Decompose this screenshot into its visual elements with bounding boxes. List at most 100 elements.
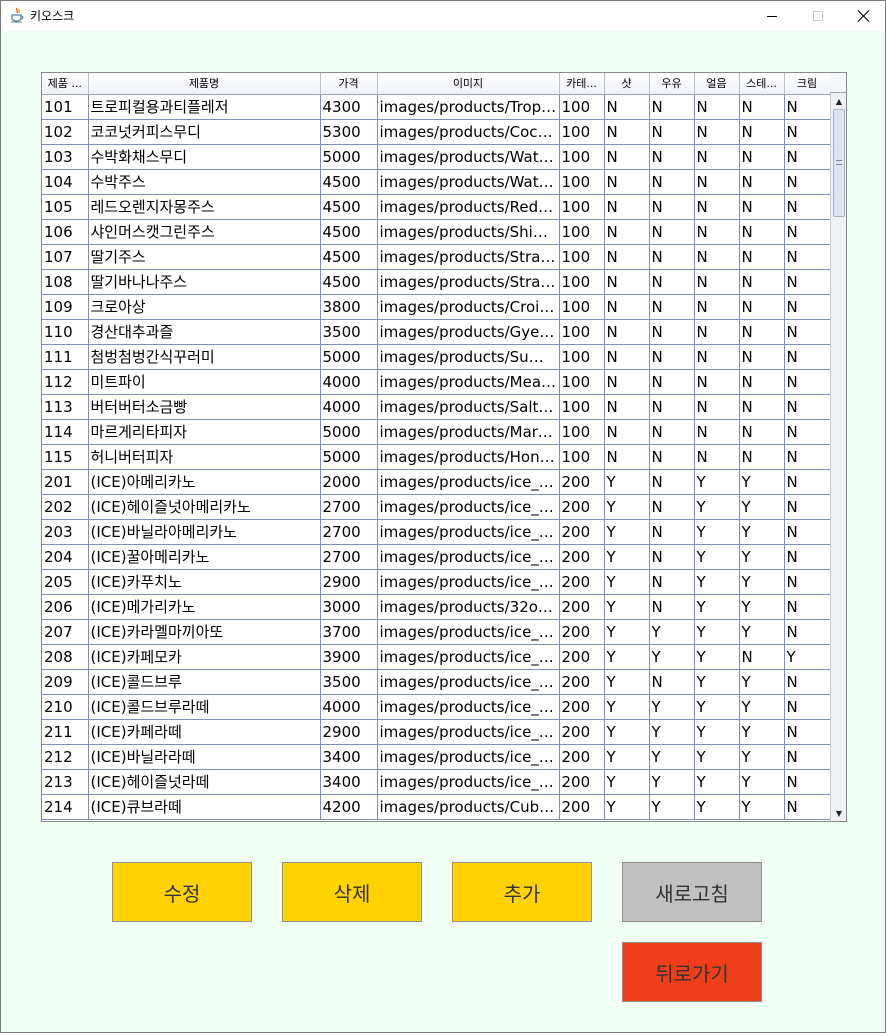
table-cell[interactable]: 첨벙첨벙간식꾸러미 bbox=[88, 344, 321, 370]
table-cell[interactable]: images/products/Shine ... bbox=[377, 219, 560, 245]
table-row[interactable]: 102 코코넛커피스무디 5300 images/products/Cocon... 1… bbox=[42, 119, 831, 145]
table-cell[interactable]: Y bbox=[604, 594, 650, 620]
table-cell[interactable]: N bbox=[739, 419, 785, 445]
table-cell[interactable]: Y bbox=[649, 619, 695, 645]
table-cell[interactable]: Y bbox=[694, 669, 740, 695]
table-cell[interactable]: N bbox=[604, 369, 650, 395]
table-cell[interactable]: images/products/Cocon... bbox=[377, 119, 560, 145]
table-cell[interactable]: N bbox=[784, 419, 831, 445]
table-cell[interactable]: Y bbox=[649, 694, 695, 720]
table-cell[interactable]: 104 bbox=[42, 169, 89, 195]
table-cell[interactable]: 버터버터소금빵 bbox=[88, 394, 321, 420]
table-cell[interactable]: 213 bbox=[42, 769, 89, 795]
table-cell[interactable]: images/products/Tropic... bbox=[377, 94, 560, 120]
table-cell[interactable]: N bbox=[739, 219, 785, 245]
table-cell[interactable]: 2000 bbox=[320, 469, 378, 495]
table-cell[interactable]: Y bbox=[694, 794, 740, 820]
table-cell[interactable]: N bbox=[694, 344, 740, 370]
table-cell[interactable]: 4200 bbox=[320, 794, 378, 820]
table-cell[interactable]: 2700 bbox=[320, 494, 378, 520]
table-cell[interactable]: N bbox=[649, 169, 695, 195]
table-cell[interactable]: 허니버터피자 bbox=[88, 444, 321, 470]
table-cell[interactable]: (ICE)헤이즐넛아메리카노 bbox=[88, 494, 321, 520]
table-cell[interactable]: 100 bbox=[559, 344, 605, 370]
table-cell[interactable]: 200 bbox=[559, 644, 605, 670]
table-cell[interactable]: N bbox=[649, 469, 695, 495]
table-cell[interactable]: (ICE)카페모카 bbox=[88, 644, 321, 670]
table-cell[interactable]: images/products/Straw... bbox=[377, 269, 560, 295]
table-cell[interactable]: N bbox=[604, 169, 650, 195]
table-cell[interactable]: images/products/ice_C... bbox=[377, 569, 560, 595]
table-cell[interactable]: Y bbox=[739, 494, 785, 520]
table-cell[interactable]: N bbox=[739, 319, 785, 345]
table-cell[interactable]: 200 bbox=[559, 769, 605, 795]
table-cell[interactable]: 3000 bbox=[320, 594, 378, 620]
minimize-button[interactable] bbox=[749, 1, 795, 31]
table-cell[interactable]: N bbox=[604, 419, 650, 445]
table-cell[interactable]: Y bbox=[739, 719, 785, 745]
table-cell[interactable]: images/products/Summ... bbox=[377, 344, 560, 370]
table-cell[interactable]: 2700 bbox=[320, 544, 378, 570]
table-cell[interactable]: N bbox=[784, 444, 831, 470]
table-cell[interactable]: 204 bbox=[42, 544, 89, 570]
table-cell[interactable]: (ICE)바닐라라떼 bbox=[88, 744, 321, 770]
table-cell[interactable]: 103 bbox=[42, 144, 89, 170]
table-cell[interactable]: Y bbox=[604, 794, 650, 820]
table-cell[interactable]: 레드오렌지자몽주스 bbox=[88, 194, 321, 220]
table-cell[interactable]: 4000 bbox=[320, 694, 378, 720]
table-row[interactable]: 204 (ICE)꿀아메리카노 2700 images/products/ice_H.… bbox=[42, 544, 831, 570]
table-cell[interactable]: N bbox=[604, 244, 650, 270]
column-header[interactable]: 크림 bbox=[784, 73, 831, 95]
table-cell[interactable]: N bbox=[784, 719, 831, 745]
table-body[interactable]: 101 트로피컬용과티플레저 4300 images/products/Tropic.… bbox=[42, 94, 831, 820]
table-cell[interactable]: Y bbox=[604, 694, 650, 720]
table-cell[interactable]: N bbox=[649, 269, 695, 295]
table-cell[interactable]: 4500 bbox=[320, 244, 378, 270]
table-cell[interactable]: Y bbox=[649, 644, 695, 670]
table-cell[interactable]: N bbox=[604, 294, 650, 320]
table-cell[interactable]: (ICE)아메리카노 bbox=[88, 469, 321, 495]
table-cell[interactable]: N bbox=[784, 469, 831, 495]
table-cell[interactable]: N bbox=[604, 219, 650, 245]
table-cell[interactable]: images/products/ice_H... bbox=[377, 494, 560, 520]
table-cell[interactable]: N bbox=[604, 394, 650, 420]
table-cell[interactable]: images/products/Margh... bbox=[377, 419, 560, 445]
table-cell[interactable]: N bbox=[784, 694, 831, 720]
table-cell[interactable]: N bbox=[694, 319, 740, 345]
table-cell[interactable]: 100 bbox=[559, 219, 605, 245]
table-cell[interactable]: images/products/ice_C... bbox=[377, 719, 560, 745]
table-cell[interactable]: 200 bbox=[559, 569, 605, 595]
table-cell[interactable]: 100 bbox=[559, 369, 605, 395]
table-cell[interactable]: 211 bbox=[42, 719, 89, 745]
table-cell[interactable]: N bbox=[649, 119, 695, 145]
close-button[interactable] bbox=[841, 1, 886, 31]
table-cell[interactable]: N bbox=[694, 244, 740, 270]
table-row[interactable]: 208 (ICE)카페모카 3900 images/products/ice_C...… bbox=[42, 644, 831, 670]
table-cell[interactable]: Y bbox=[694, 569, 740, 595]
table-cell[interactable]: 212 bbox=[42, 744, 89, 770]
table-cell[interactable]: N bbox=[649, 519, 695, 545]
table-cell[interactable]: (ICE)카푸치노 bbox=[88, 569, 321, 595]
table-row[interactable]: 103 수박화채스무디 5000 images/products/Water... 10… bbox=[42, 144, 831, 170]
table-cell[interactable]: Y bbox=[604, 469, 650, 495]
table-cell[interactable]: 4500 bbox=[320, 194, 378, 220]
table-cell[interactable]: N bbox=[649, 544, 695, 570]
table-cell[interactable]: N bbox=[649, 569, 695, 595]
table-cell[interactable]: Y bbox=[739, 594, 785, 620]
table-cell[interactable]: Y bbox=[694, 594, 740, 620]
table-cell[interactable]: N bbox=[604, 94, 650, 120]
table-cell[interactable]: N bbox=[784, 544, 831, 570]
table-cell[interactable]: images/products/ice_C... bbox=[377, 644, 560, 670]
table-cell[interactable]: 100 bbox=[559, 269, 605, 295]
table-cell[interactable]: N bbox=[649, 319, 695, 345]
table-cell[interactable]: N bbox=[694, 394, 740, 420]
table-cell[interactable]: N bbox=[604, 344, 650, 370]
table-cell[interactable]: (ICE)콜드브루 bbox=[88, 669, 321, 695]
scroll-up-arrow-icon[interactable]: ▲ bbox=[831, 93, 846, 109]
table-cell[interactable]: images/products/Croiss... bbox=[377, 294, 560, 320]
table-cell[interactable]: 4300 bbox=[320, 94, 378, 120]
table-cell[interactable]: 5300 bbox=[320, 119, 378, 145]
table-cell[interactable]: N bbox=[649, 419, 695, 445]
table-cell[interactable]: N bbox=[784, 344, 831, 370]
table-cell[interactable]: 100 bbox=[559, 294, 605, 320]
